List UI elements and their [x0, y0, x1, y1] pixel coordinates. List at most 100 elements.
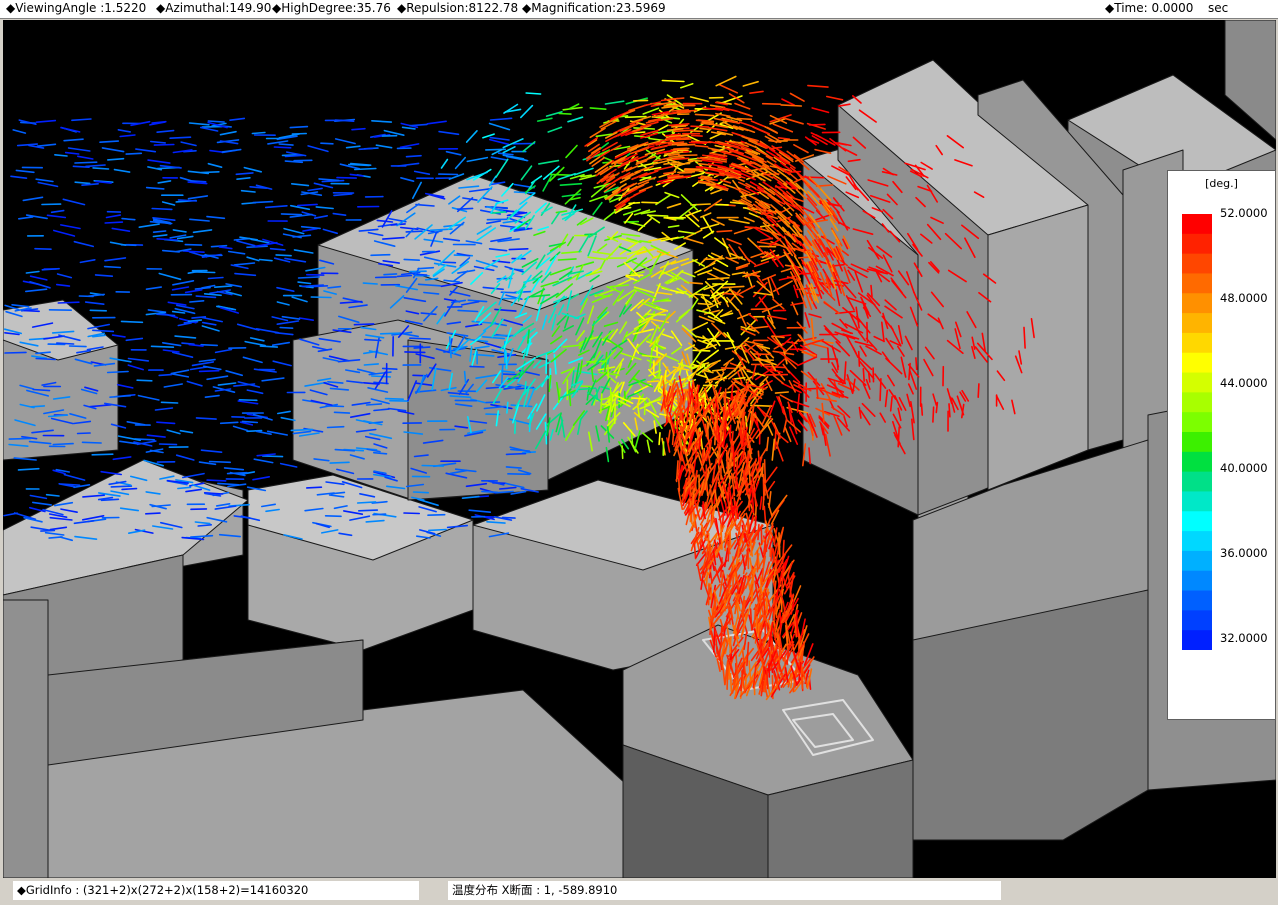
- 3d-viewport[interactable]: [deg.] 52.0000 48.0000 44.0000 40.0000 3…: [3, 20, 1276, 878]
- legend-label-36: 36.0000: [1220, 546, 1268, 560]
- velocity-arrow: [203, 292, 222, 297]
- velocity-arrow: [862, 367, 866, 382]
- velocity-arrow: [784, 426, 792, 443]
- legend-color-band: [1182, 432, 1212, 453]
- velocity-arrow: [202, 321, 217, 326]
- velocity-arrow: [34, 247, 52, 250]
- velocity-arrow: [236, 177, 251, 180]
- velocity-arrow: [261, 377, 285, 382]
- velocity-arrow: [383, 273, 398, 276]
- velocity-arrow: [774, 391, 790, 394]
- velocity-arrow: [463, 370, 467, 385]
- velocity-arrow: [156, 238, 178, 241]
- velocity-arrow: [107, 157, 125, 161]
- velocity-arrow: [307, 145, 329, 153]
- velocity-arrow: [687, 159, 703, 162]
- velocity-arrow: [362, 282, 378, 285]
- velocity-arrow: [712, 267, 731, 277]
- legend-label-48: 48.0000: [1220, 291, 1268, 305]
- building: [987, 204, 1089, 491]
- velocity-arrow: [246, 389, 264, 395]
- velocity-arrow: [673, 129, 695, 133]
- velocity-arrow: [35, 357, 57, 361]
- velocity-arrow: [60, 126, 81, 133]
- velocity-arrow: [74, 181, 91, 185]
- velocity-arrow: [349, 173, 364, 177]
- velocity-arrow: [67, 147, 91, 152]
- velocity-arrow: [438, 130, 460, 136]
- velocity-arrow: [236, 240, 256, 247]
- magnification-readout: ◆Magnification:23.5969: [522, 1, 666, 15]
- velocity-arrow: [160, 401, 179, 404]
- velocity-arrow: [670, 125, 687, 128]
- velocity-arrow: [708, 127, 728, 132]
- legend-color-band: [1182, 233, 1212, 255]
- legend-color-band: [1182, 392, 1212, 413]
- velocity-arrow: [826, 347, 830, 364]
- velocity-arrow: [117, 129, 131, 133]
- velocity-arrow: [63, 138, 84, 142]
- velocity-arrow: [289, 125, 309, 129]
- velocity-arrow: [275, 254, 292, 257]
- velocity-arrow: [138, 223, 160, 228]
- velocity-arrow: [324, 514, 342, 518]
- velocity-arrow: [469, 365, 485, 368]
- velocity-arrow: [76, 432, 91, 435]
- velocity-arrow: [8, 437, 32, 440]
- velocity-arrow: [94, 274, 114, 278]
- velocity-arrow: [233, 262, 256, 266]
- velocity-arrow: [557, 258, 577, 261]
- velocity-arrow: [573, 167, 594, 176]
- velocity-arrow: [52, 229, 76, 237]
- velocity-arrow: [274, 331, 294, 336]
- velocity-arrow: [710, 188, 724, 195]
- velocity-arrow: [191, 361, 215, 367]
- velocity-arrow: [121, 487, 138, 491]
- velocity-arrow: [490, 156, 508, 161]
- velocity-arrow: [25, 270, 40, 274]
- velocity-arrow: [145, 286, 162, 291]
- velocity-arrow: [206, 479, 227, 482]
- velocity-arrow: [261, 455, 284, 458]
- velocity-arrow: [307, 187, 323, 192]
- velocity-arrow: [717, 390, 737, 395]
- velocity-arrow: [697, 302, 712, 306]
- velocity-arrow: [667, 429, 671, 444]
- velocity-arrow: [413, 346, 431, 349]
- velocity-arrow: [374, 276, 398, 279]
- legend-color-band: [1182, 630, 1212, 650]
- legend-label-40: 40.0000: [1220, 461, 1268, 475]
- velocity-arrow: [156, 313, 176, 317]
- velocity-arrow: [45, 493, 60, 497]
- velocity-arrow: [13, 457, 37, 461]
- velocity-arrow: [57, 301, 80, 304]
- velocity-arrow: [17, 467, 40, 471]
- velocity-arrow: [379, 332, 400, 335]
- velocity-arrow: [624, 115, 647, 119]
- velocity-arrow: [241, 420, 259, 424]
- velocity-arrow: [182, 250, 205, 253]
- velocity-arrow: [729, 636, 732, 654]
- velocity-arrow: [666, 97, 685, 101]
- velocity-arrow: [683, 229, 703, 240]
- velocity-arrow: [151, 207, 173, 211]
- velocity-arrow: [169, 136, 192, 139]
- velocity-arrow: [85, 164, 106, 168]
- velocity-arrow: [147, 159, 171, 164]
- velocity-arrow: [240, 189, 256, 193]
- velocity-arrow: [623, 390, 627, 404]
- velocity-arrow: [641, 201, 659, 204]
- velocity-arrow: [276, 410, 291, 415]
- velocity-arrow: [273, 146, 292, 149]
- velocity-arrow: [253, 458, 274, 464]
- velocity-arrow: [229, 117, 246, 121]
- velocity-arrow: [46, 214, 67, 219]
- velocity-arrow: [684, 237, 704, 245]
- velocity-arrow: [219, 130, 237, 136]
- velocity-arrow: [667, 224, 680, 228]
- velocity-arrow: [333, 193, 353, 197]
- velocity-arrow: [771, 438, 776, 461]
- velocity-arrow: [54, 154, 68, 157]
- velocity-arrow: [156, 421, 176, 425]
- velocity-arrow: [680, 194, 699, 211]
